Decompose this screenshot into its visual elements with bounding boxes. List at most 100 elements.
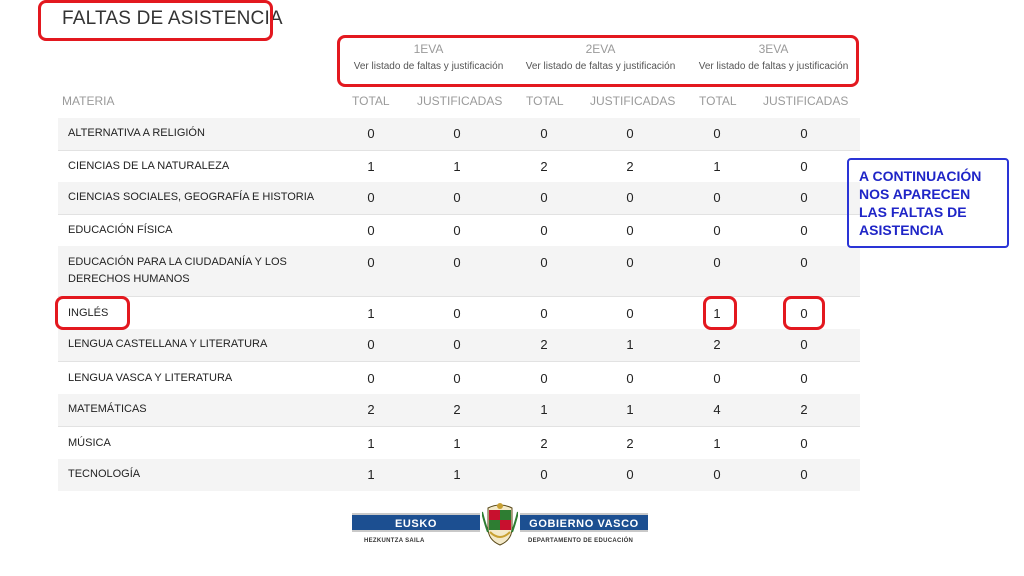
table-row: EDUCACIÓN PARA LA CIUDADANÍA Y LOS DEREC…: [58, 246, 860, 296]
eva3-total: 0: [713, 255, 721, 270]
eva1-total: 1: [367, 467, 375, 482]
eva2-total: 0: [540, 255, 548, 270]
col-header-total-2: TOTAL: [526, 94, 564, 108]
table-row: LENGUA CASTELLANA Y LITERATURA 0 0 2 1 2…: [58, 329, 860, 361]
subject-name: TECNOLOGÍA: [68, 468, 141, 480]
table-row: CIENCIAS DE LA NATURALEZA 1 1 2 2 1 0: [58, 150, 860, 182]
subject-name: MÚSICA: [68, 437, 111, 449]
title-highlight-box: [38, 0, 273, 41]
eva1-total: 1: [367, 306, 375, 321]
eva1-total: 0: [367, 337, 375, 352]
col-header-materia: MATERIA: [62, 94, 115, 108]
eva2-total: 0: [540, 306, 548, 321]
subject-name: EDUCACIÓN PARA LA CIUDADANÍA Y LOS DEREC…: [68, 256, 287, 285]
eva2-justified: 2: [626, 159, 634, 174]
logo-left-subtitle: HEZKUNTZA SAILA: [364, 538, 425, 544]
eva2-justified: 0: [626, 223, 634, 238]
eva1-justified: 0: [453, 190, 461, 205]
eva3-total: 4: [713, 402, 721, 417]
eva2-justified: 0: [626, 126, 634, 141]
subject-name: ALTERNATIVA A RELIGIÓN: [68, 127, 205, 139]
eva1-justified: 0: [453, 306, 461, 321]
eva3-justified: 0: [800, 190, 808, 205]
table-row: INGLÉS 1 0 0 0 1 0: [58, 296, 860, 329]
subject-name: EDUCACIÓN FÍSICA: [68, 224, 173, 236]
eva3-total: 0: [713, 371, 721, 386]
ingles-eva3-total-highlight: [703, 296, 737, 330]
eva2-justified: 0: [626, 190, 634, 205]
eva2-justified: 0: [626, 371, 634, 386]
coat-of-arms-icon: [482, 503, 518, 546]
eva1-total: 0: [367, 371, 375, 386]
eva3-justified: 0: [800, 467, 808, 482]
eva3-justified: 0: [800, 371, 808, 386]
eva3-justified: 2: [800, 402, 808, 417]
eva2-total: 2: [540, 159, 548, 174]
gobierno-vasco-logo: EUSKO JAURLARITZA GOBIERNO VASCO HEZKUNT…: [352, 502, 648, 550]
eva1-total: 0: [367, 126, 375, 141]
eva2-total: 2: [540, 337, 548, 352]
eva1-justified: 2: [453, 402, 461, 417]
eva3-total: 0: [713, 467, 721, 482]
subject-name: CIENCIAS DE LA NATURALEZA: [68, 160, 230, 172]
eva1-justified: 0: [453, 126, 461, 141]
eva1-justified: 0: [453, 371, 461, 386]
eva2-justified: 1: [626, 402, 634, 417]
eva2-total: 0: [540, 190, 548, 205]
eva2-justified: 0: [626, 306, 634, 321]
eva3-total: 1: [713, 159, 721, 174]
eva3-justified: 0: [800, 436, 808, 451]
eva2-justified: 0: [626, 255, 634, 270]
eva3-total: 2: [713, 337, 721, 352]
eva1-justified: 0: [453, 255, 461, 270]
subject-name: LENGUA CASTELLANA Y LITERATURA: [68, 338, 268, 350]
logo-right-subtitle: DEPARTAMENTO DE EDUCACIÓN: [528, 538, 634, 544]
eva1-justified: 1: [453, 467, 461, 482]
eva3-justified: 0: [800, 159, 808, 174]
eva1-total: 1: [367, 159, 375, 174]
eva1-justified: 1: [453, 159, 461, 174]
note-line-1: A CONTINUACIÓN: [859, 168, 982, 184]
col-header-total-1: TOTAL: [352, 94, 390, 108]
eva2-total: 0: [540, 223, 548, 238]
eva1-total: 0: [367, 223, 375, 238]
eva3-justified: 0: [800, 223, 808, 238]
col-header-justificadas-1: JUSTIFICADAS: [417, 94, 503, 108]
col-header-justificadas-2: JUSTIFICADAS: [590, 94, 676, 108]
eva2-justified: 1: [626, 337, 634, 352]
eva3-total: 1: [713, 436, 721, 451]
eva2-total: 0: [540, 126, 548, 141]
eva1-justified: 0: [453, 337, 461, 352]
eva1-total: 0: [367, 255, 375, 270]
eva2-total: 1: [540, 402, 548, 417]
eva2-justified: 0: [626, 467, 634, 482]
table-row: LENGUA VASCA Y LITERATURA 0 0 0 0 0 0: [58, 361, 860, 394]
eva2-total: 2: [540, 436, 548, 451]
explanatory-note: A CONTINUACIÓN NOS APARECEN LAS FALTAS D…: [847, 158, 1009, 248]
eva3-total: 0: [713, 190, 721, 205]
eva1-justified: 0: [453, 223, 461, 238]
col-header-justificadas-3: JUSTIFICADAS: [763, 94, 849, 108]
eva1-justified: 1: [453, 436, 461, 451]
note-line-4: ASISTENCIA: [859, 222, 944, 238]
logo-left-name: EUSKO JAURLARITZA: [352, 513, 480, 549]
subject-name: MATEMÁTICAS: [68, 403, 147, 415]
eva1-total: 0: [367, 190, 375, 205]
eva3-justified: 0: [800, 126, 808, 141]
eva3-justified: 0: [800, 337, 808, 352]
ingles-eva3-justified-highlight: [783, 296, 825, 330]
table-row: ALTERNATIVA A RELIGIÓN 0 0 0 0 0 0: [58, 118, 860, 150]
eva3-justified: 0: [800, 255, 808, 270]
ingles-subject-highlight: [55, 296, 130, 330]
table-row: MÚSICA 1 1 2 2 1 0: [58, 426, 860, 459]
eva1-total: 2: [367, 402, 375, 417]
table-row: MATEMÁTICAS 2 2 1 1 4 2: [58, 394, 860, 426]
table-row: TECNOLOGÍA 1 1 0 0 0 0: [58, 459, 860, 491]
table-row: EDUCACIÓN FÍSICA 0 0 0 0 0 0: [58, 214, 860, 246]
eva3-total: 0: [713, 223, 721, 238]
eva-highlight-box: [337, 35, 859, 87]
eva3-total: 0: [713, 126, 721, 141]
eva2-total: 0: [540, 467, 548, 482]
col-header-total-3: TOTAL: [699, 94, 737, 108]
eva2-total: 0: [540, 371, 548, 386]
